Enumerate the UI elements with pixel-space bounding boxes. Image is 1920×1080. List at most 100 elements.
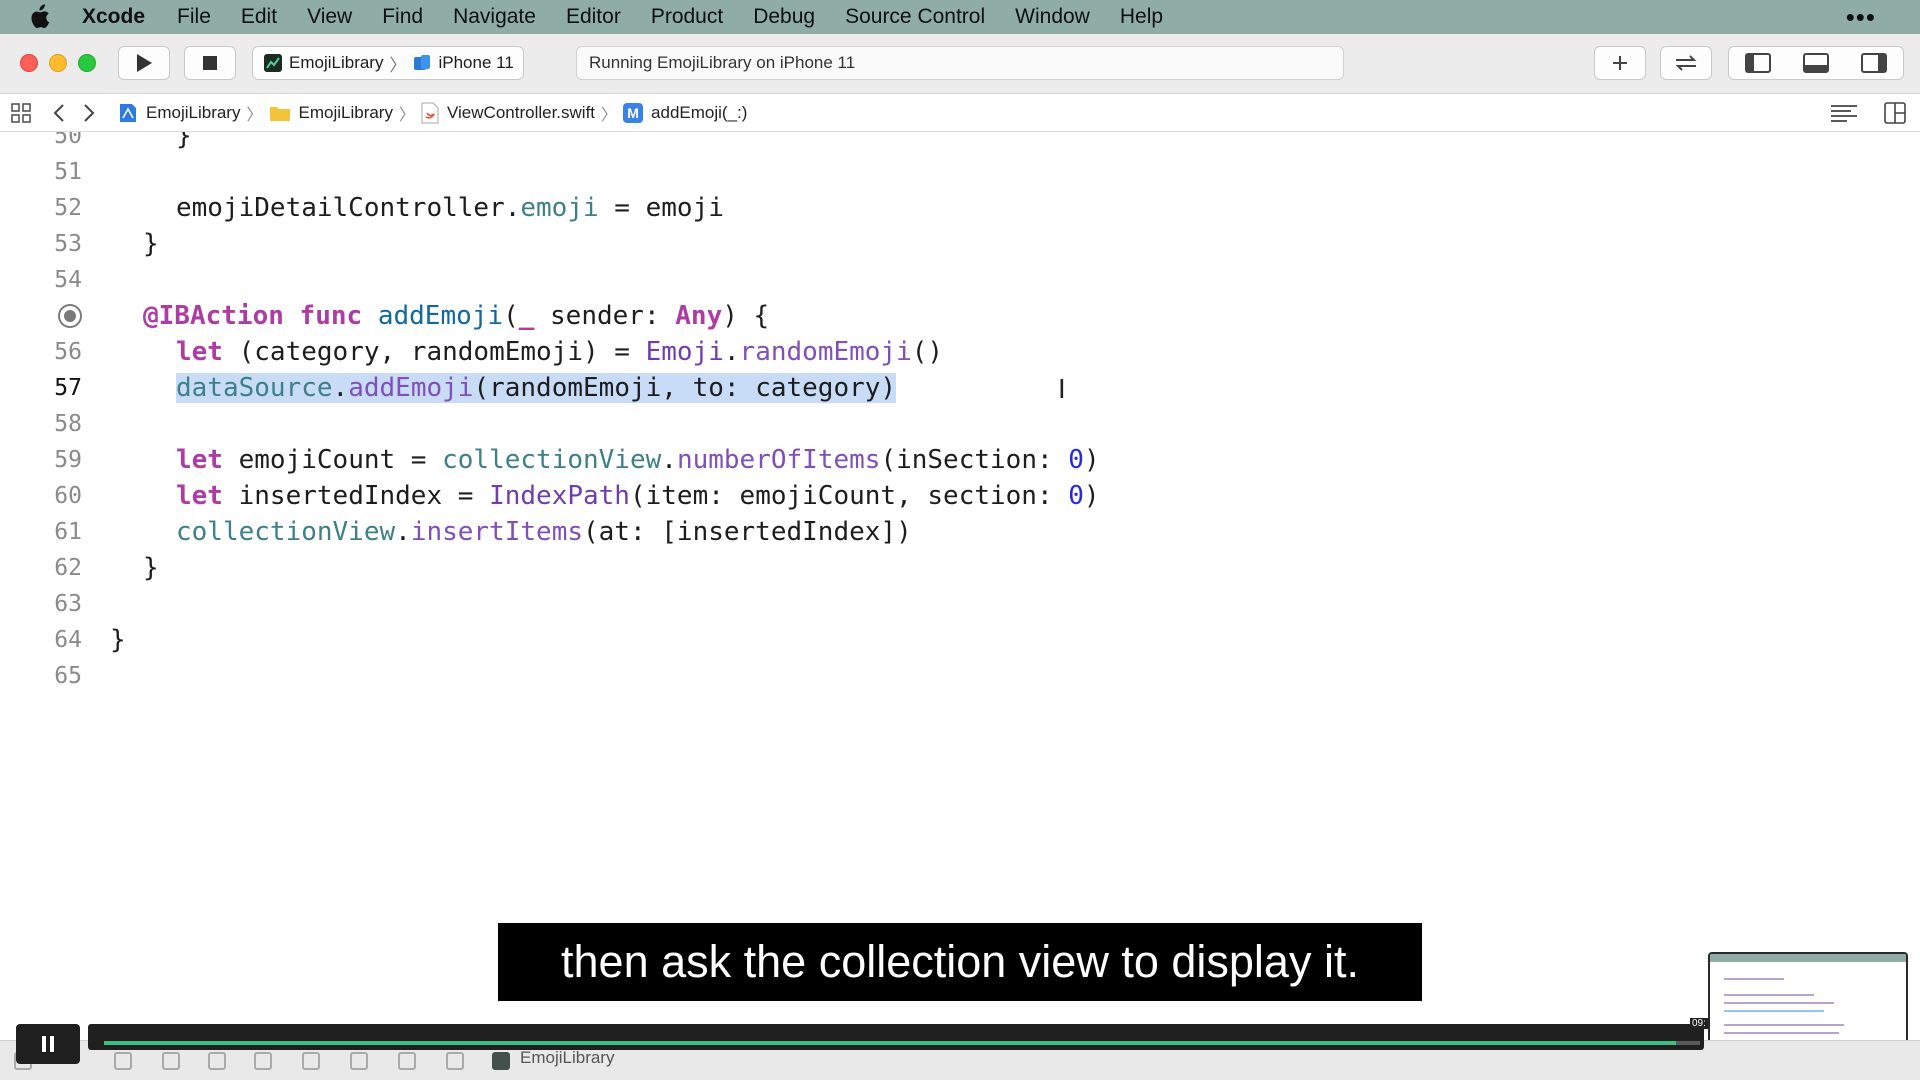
line-number: 52: [54, 195, 82, 221]
add-editor-icon[interactable]: [1884, 102, 1906, 124]
menu-app-name[interactable]: Xcode: [82, 5, 145, 29]
code-line: 56 let (category, randomEmoji) = Emoji.r…: [0, 334, 1920, 370]
line-number: 51: [54, 159, 82, 185]
window-zoom-button[interactable]: [78, 54, 96, 72]
breadcrumb-folder[interactable]: EmojiLibrary: [269, 103, 393, 123]
menu-debug[interactable]: Debug: [753, 5, 815, 29]
stop-button[interactable]: [184, 46, 236, 80]
breadcrumb-method-label: addEmoji(_:): [651, 102, 748, 122]
window-close-button[interactable]: [20, 54, 38, 72]
code-text: @IBAction func addEmoji(_ sender: Any) {: [143, 301, 770, 331]
breadcrumb-project[interactable]: EmojiLibrary: [118, 102, 240, 124]
forward-chevron-icon[interactable]: [82, 103, 96, 123]
memory-graph-icon[interactable]: [350, 1052, 368, 1070]
code-line: 62 }: [0, 550, 1920, 586]
related-items-grid-icon[interactable]: [10, 102, 32, 124]
menu-product[interactable]: Product: [651, 5, 723, 29]
menu-file[interactable]: File: [177, 5, 211, 29]
back-chevron-icon[interactable]: [52, 103, 66, 123]
environment-overrides-icon[interactable]: [398, 1052, 416, 1070]
code-text: let (category, randomEmoji) = Emoji.rand…: [176, 337, 944, 367]
play-icon: [137, 54, 152, 72]
code-line: 50 }: [0, 132, 1920, 154]
line-number: 64: [54, 627, 82, 653]
line-number: 62: [54, 555, 82, 581]
ibaction-connection-icon[interactable]: [58, 304, 82, 328]
apple-logo-icon[interactable]: [28, 3, 56, 31]
scheme-device-label: iPhone 11: [438, 53, 514, 72]
navigator-toggle-icon[interactable]: [1745, 53, 1771, 73]
scheme-selector[interactable]: EmojiLibrary 〉 iPhone 11: [252, 46, 524, 80]
view-hierarchy-icon[interactable]: [302, 1052, 320, 1070]
code-line: 54: [0, 262, 1920, 298]
xcode-project-icon: [120, 103, 136, 122]
pause-debug-icon[interactable]: [114, 1052, 132, 1070]
menu-edit[interactable]: Edit: [241, 5, 277, 29]
window-minimize-button[interactable]: [49, 54, 67, 72]
code-text: emojiDetailController.emoji = emoji: [176, 193, 724, 223]
breadcrumb-separator-icon: 〉: [398, 106, 415, 124]
step-over-icon[interactable]: [162, 1052, 180, 1070]
run-button[interactable]: [118, 46, 170, 80]
code-line: 59 let emojiCount = collectionView.numbe…: [0, 442, 1920, 478]
menu-navigate[interactable]: Navigate: [453, 5, 536, 29]
pause-icon-bar: [50, 1036, 54, 1052]
swap-arrows-icon: [1675, 55, 1697, 71]
library-button[interactable]: [1594, 46, 1646, 80]
video-time-label: 09:: [1690, 1018, 1708, 1029]
breadcrumb-method[interactable]: M addEmoji(_:): [623, 102, 748, 123]
line-number: 65: [54, 663, 82, 689]
step-into-icon[interactable]: [208, 1052, 226, 1070]
breadcrumb-separator-icon: 〉: [601, 106, 618, 124]
thumbnail-code-line: [1724, 978, 1784, 980]
code-text: }: [143, 229, 159, 259]
stop-icon: [203, 56, 217, 70]
code-line: 53 }: [0, 226, 1920, 262]
folder-icon: [269, 106, 290, 121]
menu-help[interactable]: Help: [1120, 5, 1163, 29]
breadcrumb-file-label: ViewController.swift: [447, 102, 596, 122]
menu-source-control[interactable]: Source Control: [845, 5, 985, 29]
video-scrubber-bar[interactable]: [88, 1024, 1704, 1050]
code-line: 61 collectionView.insertItems(at: [inser…: [0, 514, 1920, 550]
editor-options-lines-icon[interactable]: [1830, 103, 1858, 123]
video-subtitle: then ask the collection view to display …: [498, 923, 1422, 1001]
text-cursor-ibeam-icon: I: [1058, 375, 1066, 405]
breadcrumb-folder-label: EmojiLibrary: [298, 102, 393, 122]
source-editor[interactable]: 50 } 51 52 emojiDetailController.emoji =…: [0, 132, 1920, 1020]
code-line: 64 }: [0, 622, 1920, 658]
menu-editor[interactable]: Editor: [566, 5, 621, 29]
line-number: 57: [54, 375, 82, 401]
video-progress-track[interactable]: [104, 1041, 1700, 1045]
thumbnail-code-line: [1724, 1032, 1839, 1034]
thumbnail-menubar: [1710, 954, 1906, 962]
video-progress-fill: [104, 1041, 1677, 1045]
video-pause-button[interactable]: [16, 1024, 80, 1064]
debug-process-label: EmojiLibrary: [520, 1048, 615, 1067]
inspector-toggle-icon[interactable]: [1861, 53, 1887, 73]
layout-toggle-group: [1728, 46, 1904, 80]
subtitle-text: then ask the collection view to display …: [561, 936, 1359, 987]
step-out-icon[interactable]: [254, 1052, 272, 1070]
line-number: 56: [54, 339, 82, 365]
thumbnail-code-line: [1724, 1010, 1824, 1012]
menu-find[interactable]: Find: [382, 5, 423, 29]
line-number: 54: [54, 267, 82, 293]
simulate-location-icon[interactable]: [446, 1052, 464, 1070]
menu-view[interactable]: View: [307, 5, 352, 29]
menu-extras-more[interactable]: •••: [1846, 2, 1876, 33]
thumbnail-code-line: [1724, 1024, 1844, 1026]
toolbar: EmojiLibrary 〉 iPhone 11 Running EmojiLi…: [0, 34, 1920, 94]
iphone-device-icon: [414, 55, 431, 70]
code-line: 58: [0, 406, 1920, 442]
code-line-current: 57 dataSource.addEmoji(randomEmoji, to: …: [0, 370, 1920, 406]
line-number: 50: [54, 132, 82, 149]
code-review-button[interactable]: [1660, 46, 1712, 80]
plus-icon: [1613, 56, 1627, 70]
code-text: let insertedIndex = IndexPath(item: emoj…: [176, 481, 1100, 511]
breadcrumb-file[interactable]: ViewController.swift: [421, 102, 595, 124]
method-badge-icon: M: [623, 102, 644, 123]
debug-area-toggle-icon[interactable]: [1803, 53, 1829, 73]
menu-window[interactable]: Window: [1015, 5, 1090, 29]
code-text: }: [110, 625, 126, 655]
